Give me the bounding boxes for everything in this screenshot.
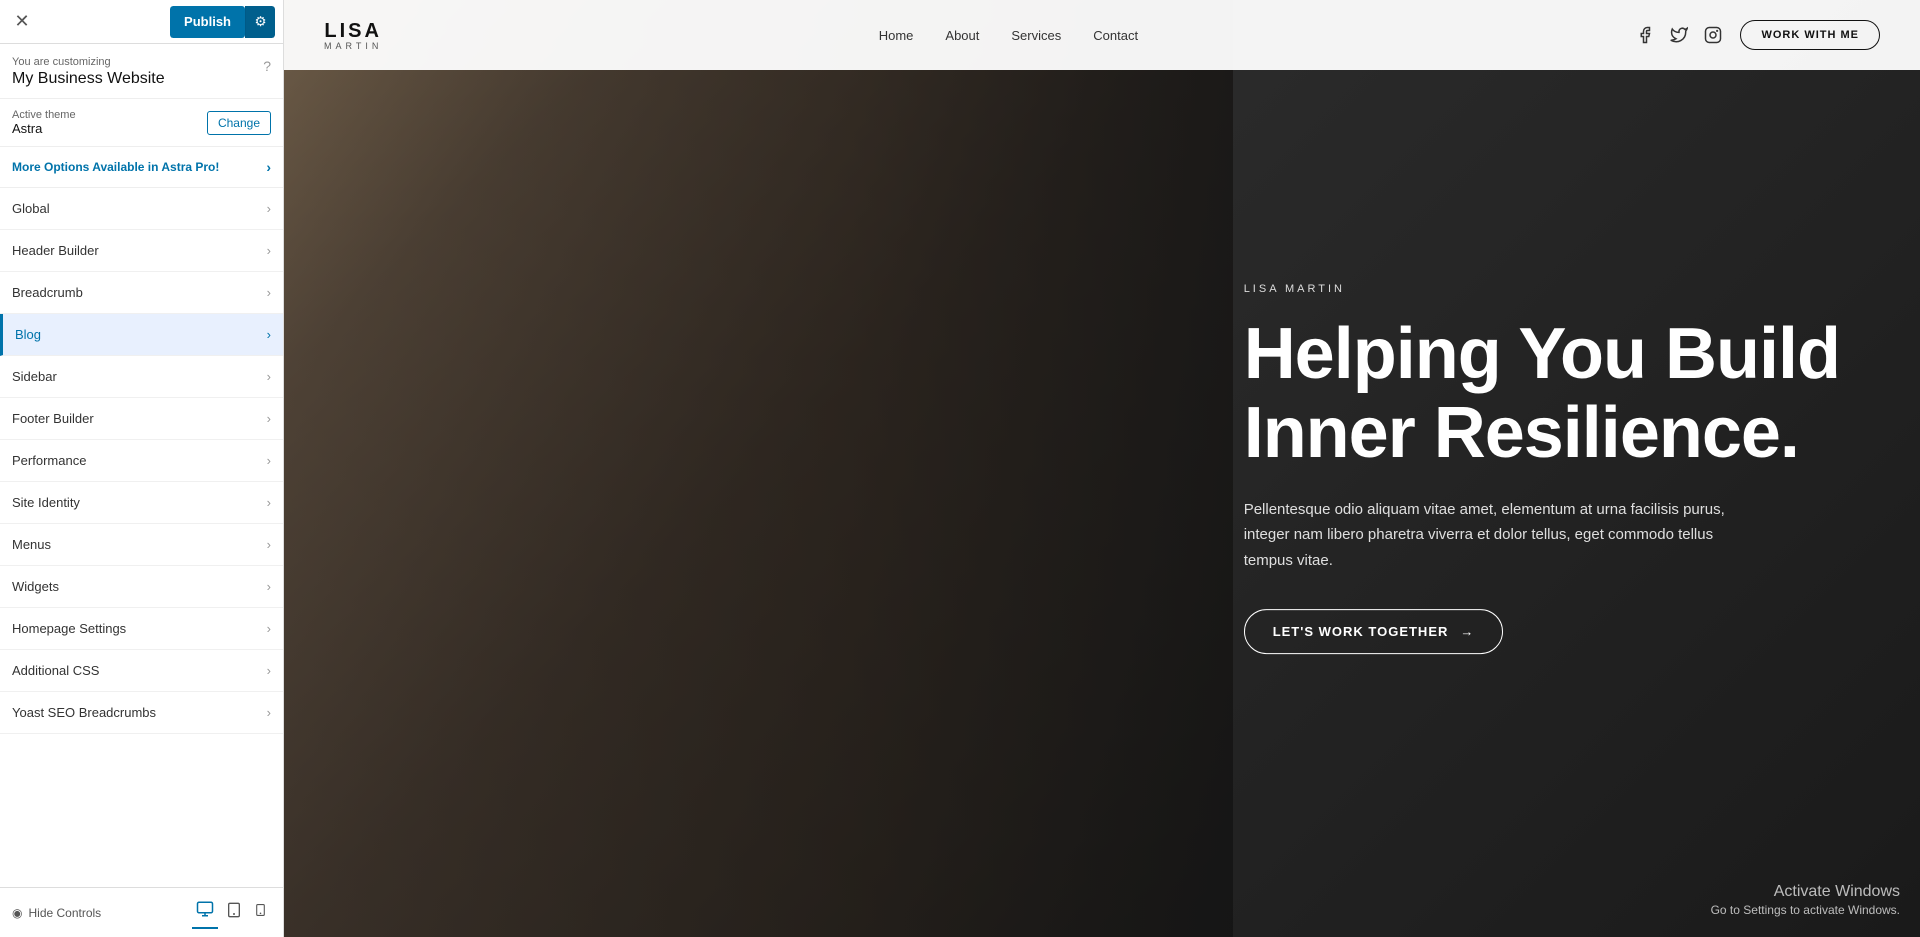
- menu-item-label: Performance: [12, 453, 86, 468]
- menu-item-label: Homepage Settings: [12, 621, 126, 636]
- astra-pro-chevron: ›: [266, 159, 271, 175]
- menu-item-performance[interactable]: Performance ›: [0, 440, 283, 482]
- menu-items-list: Global › Header Builder › Breadcrumb › B…: [0, 188, 283, 887]
- hero-person-area: [284, 0, 1233, 937]
- hero-cta-arrow: →: [1460, 624, 1474, 639]
- hide-controls-label: Hide Controls: [28, 906, 101, 920]
- menu-item-blog[interactable]: Blog ›: [0, 314, 283, 356]
- chevron-right-icon: ›: [267, 663, 271, 678]
- nav-link-contact[interactable]: Contact: [1093, 28, 1138, 43]
- menu-item-label: Sidebar: [12, 369, 57, 384]
- device-desktop-button[interactable]: [192, 896, 218, 929]
- bottom-bar: ◉ Hide Controls: [0, 887, 283, 937]
- instagram-icon[interactable]: [1702, 24, 1724, 46]
- windows-desc: Go to Settings to activate Windows.: [1711, 903, 1900, 917]
- publish-settings-button[interactable]: ⚙: [245, 6, 275, 38]
- device-tablet-button[interactable]: [222, 896, 246, 929]
- chevron-right-icon: ›: [267, 453, 271, 468]
- hero-title-line2: Inner Resilience.: [1244, 393, 1799, 473]
- customizing-label: You are customizing: [12, 56, 165, 68]
- chevron-right-icon: ›: [267, 705, 271, 720]
- site-nav: Home About Services Contact: [879, 28, 1138, 43]
- chevron-right-icon: ›: [267, 327, 271, 342]
- publish-button[interactable]: Publish: [170, 6, 245, 38]
- hide-controls-icon: ◉: [12, 906, 22, 920]
- menu-item-label: Global: [12, 201, 50, 216]
- menu-item-label: Header Builder: [12, 243, 99, 258]
- chevron-right-icon: ›: [267, 243, 271, 258]
- menu-item-sidebar[interactable]: Sidebar ›: [0, 356, 283, 398]
- menu-item-global[interactable]: Global ›: [0, 188, 283, 230]
- top-bar: ✕ Publish ⚙: [0, 0, 283, 44]
- windows-title: Activate Windows: [1711, 883, 1900, 901]
- menu-item-breadcrumb[interactable]: Breadcrumb ›: [0, 272, 283, 314]
- astra-pro-banner[interactable]: More Options Available in Astra Pro! ›: [0, 147, 283, 188]
- customizing-section: You are customizing My Business Website …: [0, 44, 283, 99]
- device-mobile-button[interactable]: [250, 896, 271, 929]
- theme-section: Active theme Astra Change: [0, 99, 283, 147]
- astra-pro-label: More Options Available in Astra Pro!: [12, 160, 219, 174]
- hero-content: LISA MARTIN Helping You Build Inner Resi…: [1244, 283, 1840, 655]
- work-with-me-button[interactable]: WORK WITH ME: [1740, 20, 1880, 50]
- site-logo: LISA MARTIN: [324, 20, 382, 51]
- customizer-panel: ✕ Publish ⚙ You are customizing My Busin…: [0, 0, 284, 937]
- menu-item-label: Yoast SEO Breadcrumbs: [12, 705, 156, 720]
- menu-item-header-builder[interactable]: Header Builder ›: [0, 230, 283, 272]
- settings-icon: ⚙: [255, 14, 267, 30]
- publish-label: Publish: [184, 14, 231, 29]
- hero-subtitle: LISA MARTIN: [1244, 283, 1840, 295]
- chevron-right-icon: ›: [267, 579, 271, 594]
- hero-cta-button[interactable]: LET'S WORK TOGETHER →: [1244, 609, 1504, 654]
- menu-item-site-identity[interactable]: Site Identity ›: [0, 482, 283, 524]
- menu-item-label: Additional CSS: [12, 663, 99, 678]
- theme-name: Astra: [12, 121, 76, 136]
- menu-item-label: Footer Builder: [12, 411, 94, 426]
- twitter-icon[interactable]: [1668, 24, 1690, 46]
- site-header: LISA MARTIN Home About Services Contact …: [284, 0, 1920, 70]
- menu-item-menus[interactable]: Menus ›: [0, 524, 283, 566]
- hero-title: Helping You Build Inner Resilience.: [1244, 315, 1840, 473]
- menu-item-label: Blog: [15, 327, 41, 342]
- close-button[interactable]: ✕: [8, 8, 36, 36]
- menu-item-additional-css[interactable]: Additional CSS ›: [0, 650, 283, 692]
- hero-title-line1: Helping You Build: [1244, 314, 1840, 394]
- device-icons: [192, 896, 271, 929]
- hero-cta-label: LET'S WORK TOGETHER: [1273, 624, 1449, 639]
- menu-item-yoast-seo[interactable]: Yoast SEO Breadcrumbs ›: [0, 692, 283, 734]
- menu-item-widgets[interactable]: Widgets ›: [0, 566, 283, 608]
- website-preview: LISA MARTIN Home About Services Contact …: [284, 0, 1920, 937]
- chevron-right-icon: ›: [267, 537, 271, 552]
- nav-link-services[interactable]: Services: [1011, 28, 1061, 43]
- help-icon[interactable]: ?: [263, 58, 271, 74]
- chevron-right-icon: ›: [267, 369, 271, 384]
- menu-item-label: Menus: [12, 537, 51, 552]
- publish-group: Publish ⚙: [170, 6, 275, 38]
- chevron-right-icon: ›: [267, 621, 271, 636]
- hide-controls-button[interactable]: ◉ Hide Controls: [12, 906, 101, 920]
- menu-item-homepage-settings[interactable]: Homepage Settings ›: [0, 608, 283, 650]
- change-theme-button[interactable]: Change: [207, 111, 271, 135]
- chevron-right-icon: ›: [267, 411, 271, 426]
- logo-name: LISA: [324, 20, 382, 43]
- nav-link-home[interactable]: Home: [879, 28, 914, 43]
- menu-item-label: Site Identity: [12, 495, 80, 510]
- chevron-right-icon: ›: [267, 495, 271, 510]
- menu-item-label: Widgets: [12, 579, 59, 594]
- menu-item-footer-builder[interactable]: Footer Builder ›: [0, 398, 283, 440]
- windows-notice: Activate Windows Go to Settings to activ…: [1711, 883, 1900, 917]
- facebook-icon[interactable]: [1634, 24, 1656, 46]
- theme-label: Active theme: [12, 109, 76, 121]
- menu-item-label: Breadcrumb: [12, 285, 83, 300]
- logo-sub: MARTIN: [324, 41, 382, 51]
- social-icons: [1634, 24, 1724, 46]
- person-overlay: [284, 0, 1233, 937]
- customizing-title: My Business Website: [12, 70, 165, 88]
- chevron-right-icon: ›: [267, 285, 271, 300]
- hero-description: Pellentesque odio aliquam vitae amet, el…: [1244, 497, 1744, 574]
- nav-link-about[interactable]: About: [945, 28, 979, 43]
- header-right: WORK WITH ME: [1634, 20, 1880, 50]
- chevron-right-icon: ›: [267, 201, 271, 216]
